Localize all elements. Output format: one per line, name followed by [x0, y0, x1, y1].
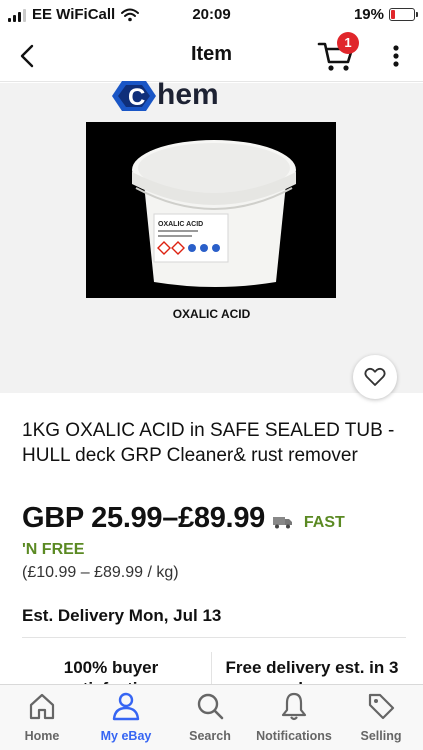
page-title: Item [190, 43, 233, 65]
brand-logo-icon: C [112, 81, 156, 111]
shipping-tag-continued: 'N FREE [22, 541, 85, 558]
svg-text:C: C [128, 84, 145, 111]
cart-count-badge[interactable]: 1 [337, 32, 359, 54]
tab-search[interactable]: Search [168, 691, 252, 743]
nav-bar: Item 1 [0, 30, 423, 82]
home-icon [29, 693, 55, 720]
status-bar: EE WiFiCall 20:09 19% [0, 0, 423, 30]
bell-icon [281, 692, 307, 721]
divider [22, 637, 406, 638]
tab-selling[interactable]: Selling [339, 691, 423, 743]
truck-icon [273, 517, 293, 529]
tub-label-text: OXALIC ACID [158, 221, 203, 228]
tag-icon [368, 693, 395, 720]
product-photo: OXALIC ACID [86, 122, 336, 298]
battery-icon [389, 8, 418, 21]
tab-bar: Home My eBay Search Notifications Sellin… [0, 684, 423, 750]
image-caption: OXALIC ACID [172, 307, 251, 321]
status-right: 19% [353, 6, 418, 23]
tab-my-ebay[interactable]: My eBay [84, 691, 168, 743]
person-icon [112, 692, 140, 721]
battery-percent: 19% [353, 6, 384, 23]
tab-label: Notifications [256, 729, 332, 743]
tab-home[interactable]: Home [0, 691, 84, 743]
watch-button[interactable] [353, 355, 397, 399]
listing-title: 1KG OXALIC ACID in SAFE SEALED TUB -HULL… [22, 420, 395, 466]
tab-notifications[interactable]: Notifications [252, 691, 336, 743]
unit-price: (£10.99 – £89.99 / kg) [22, 564, 179, 581]
brand-wordmark: hem [157, 78, 219, 111]
price: GBP 25.99–£89.99 [22, 502, 265, 534]
estimated-delivery: Est. Delivery Mon, Jul 13 [22, 606, 222, 625]
more-options-icon[interactable] [386, 42, 406, 70]
search-icon [197, 693, 224, 720]
price-row: GBP 25.99–£89.99 FAST [22, 502, 412, 535]
battery-level [391, 10, 395, 19]
tab-label: Selling [360, 729, 402, 743]
product-image-gallery[interactable]: C hem OXALIC ACID OXALIC ACID [0, 78, 423, 399]
tab-label: Home [24, 729, 60, 743]
tab-label: My eBay [100, 729, 152, 743]
shipping-tag: FAST [303, 514, 345, 531]
heart-icon [364, 367, 386, 386]
tab-label: Search [189, 729, 231, 743]
tub-illustration: OXALIC ACID [86, 122, 336, 298]
